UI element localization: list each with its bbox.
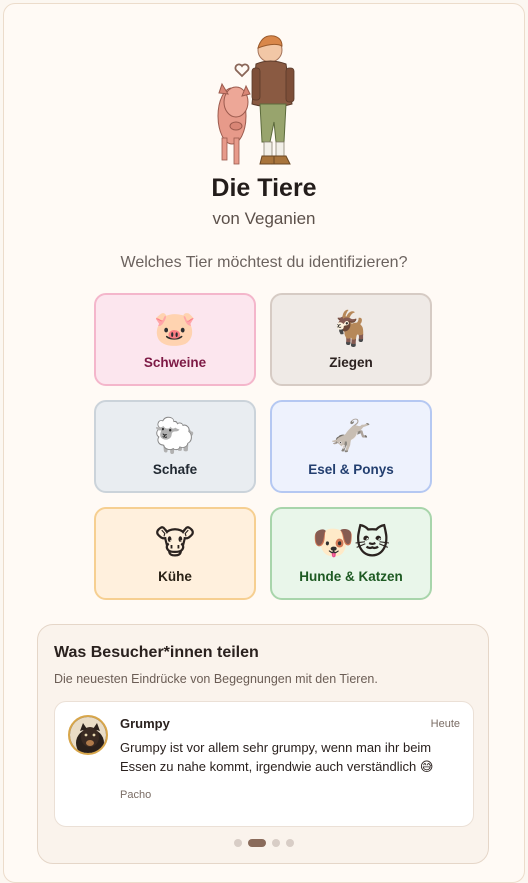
dog-cat-icon: 🐶🐱 (312, 523, 390, 563)
category-esel-ponys-button[interactable]: 🫏 Esel & Ponys (270, 400, 432, 493)
testimonial-card[interactable]: Grumpy Heute Grumpy ist vor allem sehr g… (54, 701, 474, 827)
carousel-dot-4[interactable] (286, 839, 294, 847)
child-illustration (251, 35, 295, 165)
testimonials-title: Was Besucher*innen teilen (54, 644, 259, 661)
category-label: Schweine (143, 355, 207, 370)
donkey-icon: 🫏 (329, 416, 373, 456)
avatar (68, 715, 108, 755)
testimonials-subtitle: Die neuesten Eindrücke von Begegnungen m… (54, 672, 378, 686)
heart-icon (234, 63, 250, 78)
category-label: Kühe (158, 569, 192, 584)
category-kuehe-button[interactable]: 🐮 Kühe (94, 507, 256, 600)
category-schafe-button[interactable]: 🐑 Schafe (94, 400, 256, 493)
page-subtitle: von Veganien (212, 209, 316, 228)
carousel-dot-1[interactable] (234, 839, 242, 847)
cow-face-icon: 🐮 (154, 523, 196, 563)
carousel-dot-2[interactable] (248, 839, 266, 847)
category-label: Esel & Ponys (308, 462, 394, 477)
carousel-pagination (38, 839, 490, 847)
testimonial-text: Grumpy ist vor allem sehr grumpy, wenn m… (120, 740, 434, 774)
pig-face-icon: 🐷 (153, 309, 197, 349)
testimonial-date: Heute (430, 718, 460, 730)
identify-prompt: Welches Tier möchtest du identifizieren? (120, 254, 408, 271)
category-label: Ziegen (329, 355, 373, 370)
category-schweine-button[interactable]: 🐷 Schweine (94, 293, 256, 386)
carousel-dot-3[interactable] (272, 839, 280, 847)
testimonials-panel: Was Besucher*innen teilen Die neuesten E… (37, 624, 489, 864)
category-ziegen-button[interactable]: 🐐 Ziegen (270, 293, 432, 386)
page-title: Die Tiere (211, 174, 317, 202)
hero-illustration (217, 35, 295, 165)
dog-avatar-icon (70, 717, 106, 753)
pig-illustration (217, 82, 251, 165)
sheep-icon: 🐑 (153, 416, 197, 456)
testimonial-animal-name: Grumpy (120, 716, 170, 731)
category-hunde-katzen-button[interactable]: 🐶🐱 Hunde & Katzen (270, 507, 432, 600)
category-label: Hunde & Katzen (299, 569, 403, 584)
testimonial-author: Pacho (120, 789, 152, 801)
goat-icon: 🐐 (329, 309, 373, 349)
category-label: Schafe (152, 462, 198, 477)
